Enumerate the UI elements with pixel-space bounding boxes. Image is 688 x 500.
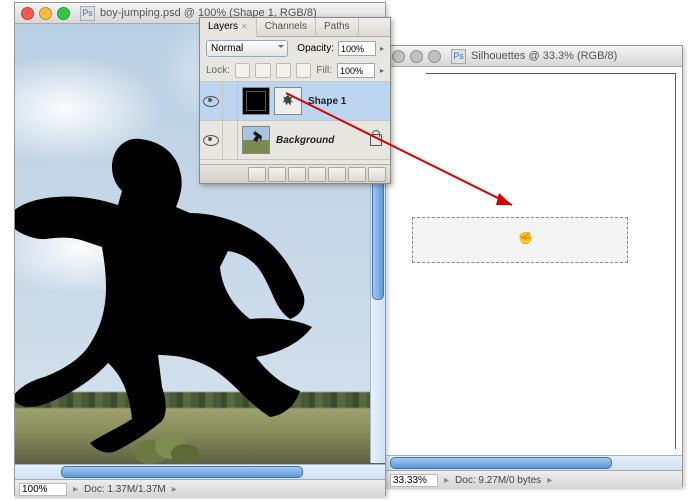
adjustment-layer-button[interactable] [308,167,326,182]
layer-mask-button[interactable] [288,167,306,182]
zoom-field[interactable] [19,483,67,496]
minimize-button[interactable] [39,7,52,20]
layer-style-button[interactable] [268,167,286,182]
opacity-input[interactable] [338,41,376,56]
lock-all-button[interactable] [296,63,311,78]
document-icon: Ps [451,49,466,64]
lock-transparency-button[interactable] [235,63,250,78]
lock-position-button[interactable] [276,63,291,78]
horizontal-scrollbar[interactable] [15,464,385,479]
layer-name[interactable]: Shape 1 [308,96,346,107]
doc-stats: Doc: 9.27M/0 bytes [455,475,541,486]
layers-panel[interactable]: Layers✕ Channels Paths Normal Opacity: ▸… [199,17,391,184]
layer-row-background[interactable]: Background [200,121,390,160]
doc-stats: Doc: 1.37M/1.37M [84,484,166,495]
panel-footer [200,164,390,183]
minimize-button[interactable] [410,50,423,63]
document-icon: Ps [80,6,95,21]
chevron-down-icon[interactable]: ▸ [380,66,384,75]
vector-mask-thumbnail[interactable] [274,87,302,115]
opacity-label: Opacity: [297,43,334,54]
tab-channels[interactable]: Channels [257,18,316,36]
titlebar[interactable]: Ps Silhouettes @ 33.3% (RGB/8) [386,46,682,67]
tab-paths[interactable]: Paths [316,18,359,36]
window-title: Silhouettes @ 33.3% (RGB/8) [471,50,617,62]
fill-input[interactable] [337,63,375,78]
layer-mask-thumbnail[interactable] [242,87,270,115]
layer-thumbnail[interactable] [242,126,270,154]
status-bar: ▸ Doc: 9.27M/0 bytes ▸ [386,470,682,489]
blend-mode-select[interactable]: Normal [206,40,288,57]
link-layers-button[interactable] [248,167,266,182]
visibility-toggle[interactable] [203,96,219,107]
document-window-silhouettes[interactable]: Ps Silhouettes @ 33.3% (RGB/8) ✊ ▸ Doc: … [385,45,683,487]
close-button[interactable] [21,7,34,20]
zoom-field[interactable] [390,474,438,487]
zoom-button[interactable] [57,7,70,20]
new-layer-button[interactable] [348,167,366,182]
lock-pixels-button[interactable] [255,63,270,78]
close-button[interactable] [392,50,405,63]
layer-name[interactable]: Background [276,135,334,146]
chevron-down-icon[interactable]: ▸ [380,44,384,53]
canvas[interactable]: ✊ [386,67,682,455]
zoom-button[interactable] [428,50,441,63]
layer-group-button[interactable] [328,167,346,182]
panel-tabs: Layers✕ Channels Paths [200,18,390,37]
drag-cursor: ✊ [518,231,533,245]
layer-row-shape1[interactable]: Shape 1 [200,82,390,121]
tab-layers[interactable]: Layers✕ [200,18,257,37]
visibility-toggle[interactable] [203,135,219,146]
lock-icon [370,134,382,146]
status-bar: ▸ Doc: 1.37M/1.37M ▸ [15,479,385,498]
horizontal-scrollbar[interactable] [386,455,682,470]
delete-layer-button[interactable] [368,167,386,182]
close-icon[interactable]: ✕ [241,22,248,31]
lock-label: Lock: [206,65,230,76]
fill-label: Fill: [316,65,332,76]
